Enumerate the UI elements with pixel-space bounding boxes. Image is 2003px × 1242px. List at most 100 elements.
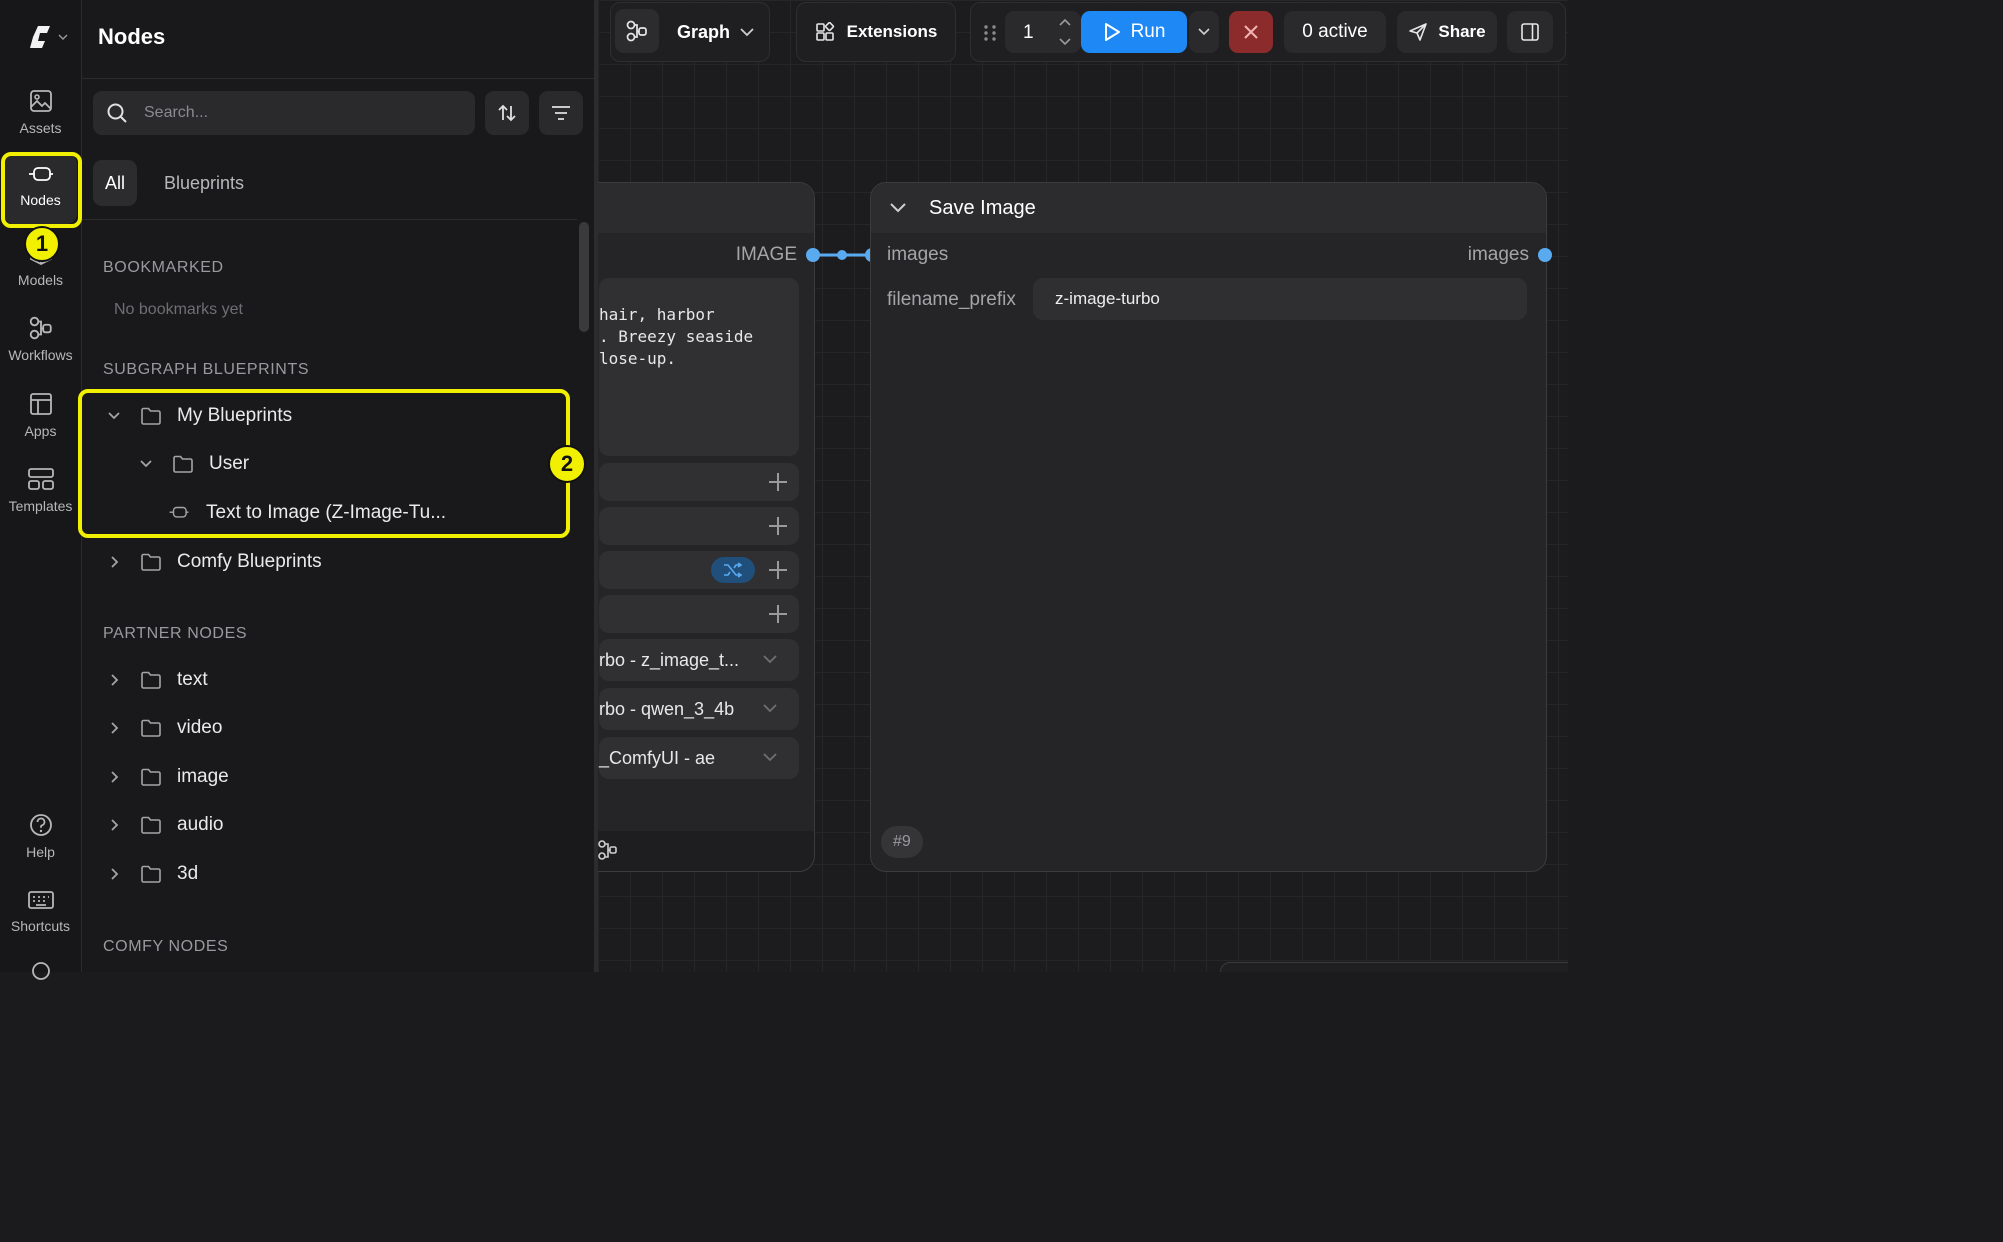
toggle-panel-button[interactable] [1507, 11, 1553, 53]
run-label: Run [1130, 21, 1166, 42]
output-label-image: IMAGE [735, 244, 797, 265]
rail-item-apps[interactable]: Apps [4, 381, 77, 451]
rail-item-workflows[interactable]: Workflows [4, 305, 77, 375]
tree-item-text[interactable]: text [106, 660, 208, 700]
subgraph-icon[interactable] [598, 839, 619, 861]
collapse-chevron-icon[interactable] [889, 202, 907, 214]
panel-scrollbar[interactable] [579, 222, 589, 332]
prompt-line: lose-up. [599, 349, 677, 368]
chevron-right-icon [111, 819, 119, 831]
workflow-icon [29, 316, 52, 340]
filename-prefix-input[interactable]: z-image-turbo [1033, 278, 1527, 320]
plus-icon[interactable] [767, 603, 789, 625]
graph-canvas[interactable]: IMAGE hair, harbor . Breezy seaside lose… [598, 0, 1568, 972]
widget-row[interactable] [599, 595, 799, 633]
tab-blueprints[interactable]: Blueprints [164, 160, 244, 206]
search-input[interactable] [142, 103, 446, 123]
rail-label: Help [26, 844, 55, 860]
share-label: Share [1438, 22, 1486, 41]
chevron-right-icon [111, 868, 119, 880]
active-queue-label: 0 active [1302, 21, 1368, 42]
workflow-icon [626, 20, 647, 42]
widget-row-seed[interactable] [599, 551, 799, 589]
node-link [806, 248, 878, 262]
rail-item-shortcuts[interactable]: Shortcuts [4, 878, 77, 948]
close-icon [1244, 25, 1258, 39]
annotation-number: 2 [560, 451, 574, 476]
graph-dropdown-button[interactable]: Graph [673, 11, 763, 53]
send-icon [1409, 23, 1428, 41]
tree-item-label: image [177, 766, 229, 787]
templates-icon [27, 468, 54, 490]
annotation-badge-2: 2 [548, 445, 586, 483]
prompt-textarea[interactable]: hair, harbor . Breezy seaside lose-up. [599, 278, 799, 456]
panel-title: Nodes [98, 24, 166, 49]
chevron-down-icon[interactable] [1059, 38, 1071, 46]
vae-select[interactable]: _ComfyUI - ae [599, 737, 799, 779]
plus-icon[interactable] [767, 515, 789, 537]
folder-icon [141, 671, 161, 689]
chevron-down-icon [1198, 28, 1210, 36]
tree-item-image[interactable]: image [106, 757, 229, 797]
tree-item-label: audio [177, 814, 224, 835]
run-toolbar: 1 Run 0 active Share [970, 2, 1566, 62]
graph-mode-icon-button[interactable] [615, 9, 659, 53]
chevron-right-icon [111, 771, 119, 783]
queue-count-value: 1 [1023, 22, 1034, 43]
clip-select-value: rbo - qwen_3_4b [599, 698, 735, 719]
model-select[interactable]: rbo - z_image_t... [599, 639, 799, 681]
plus-icon[interactable] [767, 559, 789, 581]
rail-item-assets[interactable]: Assets [4, 78, 77, 148]
cancel-run-button[interactable] [1229, 11, 1273, 53]
extensions-button[interactable]: Extensions [805, 11, 947, 53]
chevron-down-icon [763, 704, 777, 713]
tree-item-label: Comfy Blueprints [177, 551, 322, 572]
rail-label: Assets [19, 120, 62, 136]
widget-row[interactable] [599, 507, 799, 545]
image-icon [29, 90, 52, 112]
run-button[interactable]: Run [1081, 11, 1187, 53]
tree-item-video[interactable]: video [106, 708, 222, 748]
clip-select[interactable]: rbo - qwen_3_4b [599, 688, 799, 730]
save-image-node[interactable]: Save Image images images filename_prefix… [870, 182, 1547, 872]
tree-item-3d[interactable]: 3d [106, 854, 198, 894]
node-title-bar[interactable]: Save Image [871, 183, 1546, 233]
node-title-bar[interactable] [598, 183, 814, 233]
folder-icon [141, 719, 161, 737]
divider [82, 219, 577, 220]
vae-select-value: _ComfyUI - ae [599, 747, 716, 768]
share-button[interactable]: Share [1397, 11, 1497, 53]
tree-item-comfy-blueprints[interactable]: Comfy Blueprints [106, 542, 322, 582]
app-logo-button[interactable] [28, 24, 68, 50]
drag-handle-icon[interactable] [983, 24, 997, 42]
folder-icon [141, 553, 161, 571]
chevron-right-icon [111, 556, 119, 568]
chevron-down-icon [740, 27, 754, 36]
filter-button[interactable] [539, 91, 583, 135]
plus-icon[interactable] [767, 471, 789, 493]
active-queue-button[interactable]: 0 active [1284, 11, 1386, 53]
settings-icon[interactable] [28, 958, 54, 984]
randomize-icon[interactable] [711, 557, 755, 583]
chevron-up-icon[interactable] [1059, 18, 1071, 26]
rail-item-templates[interactable]: Templates [4, 456, 77, 526]
highlight-box-my-blueprints [78, 389, 570, 538]
annotation-badge-1: 1 [24, 226, 60, 262]
rail-item-help[interactable]: Help [4, 802, 77, 872]
output-port-images[interactable] [1538, 248, 1552, 262]
widget-label-filename-prefix: filename_prefix [887, 289, 1016, 310]
text-to-image-node[interactable]: IMAGE hair, harbor . Breezy seaside lose… [598, 182, 815, 872]
widget-row[interactable] [599, 463, 799, 501]
search-box[interactable] [93, 91, 475, 135]
queue-count-stepper[interactable]: 1 [1005, 11, 1081, 53]
extensions-toolbar: Extensions [796, 2, 956, 62]
run-options-button[interactable] [1189, 11, 1219, 53]
tab-all[interactable]: All [93, 160, 138, 206]
tree-item-audio[interactable]: audio [106, 805, 224, 845]
search-icon [107, 103, 127, 123]
section-header-partner-nodes: PARTNER NODES [103, 625, 248, 642]
sort-button[interactable] [485, 91, 529, 135]
rail-label: Apps [24, 423, 57, 439]
rail-label: Workflows [8, 347, 73, 363]
node-id: #9 [893, 833, 911, 850]
